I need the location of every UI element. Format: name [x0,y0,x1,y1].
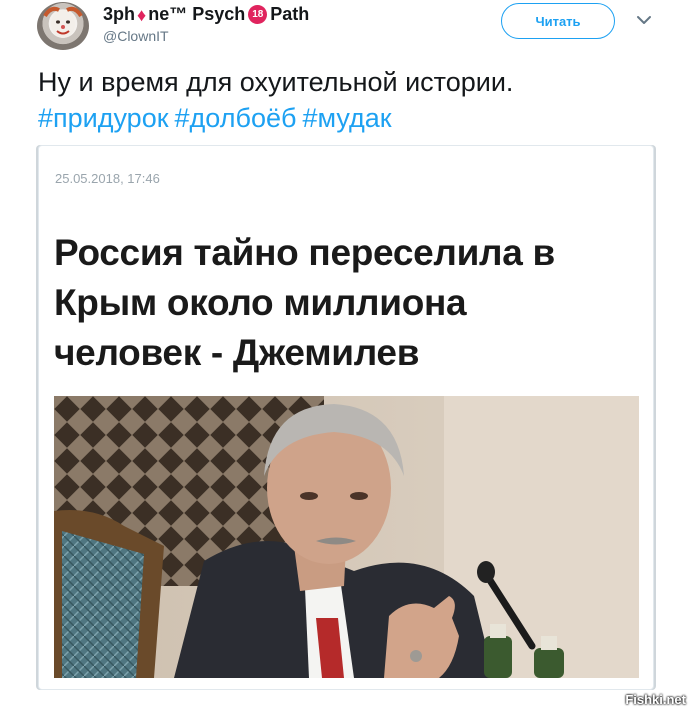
hashtag-link[interactable]: #мудак [302,103,391,133]
user-name-part2: ne™ Psych [148,4,246,24]
article-date: 25.05.2018, 17:46 [55,171,160,186]
attached-image-card[interactable]: 25.05.2018, 17:46 Россия тайно переселил… [38,145,654,690]
watermark: Fishki.net [625,692,686,707]
hashtag-link[interactable]: #придурок [38,103,169,133]
user-display-name[interactable]: 3ph ♦ ne™ Psych 18 Path [103,4,309,25]
follow-button[interactable]: Читать [501,3,615,39]
hashtag-link[interactable]: #долбоёб [175,103,297,133]
tweet-body: Ну и время для охуительной истории. [38,67,514,97]
eighteen-plus-icon: 18 [248,5,268,24]
article-headline: Россия тайно переселила в Крым около мил… [54,232,555,373]
avatar[interactable] [37,2,89,50]
hashtag-list: #придурок #долбоёб #мудак [38,100,678,136]
user-name-part1: 3ph [103,4,136,24]
chevron-down-icon[interactable] [634,10,654,30]
tweet-text: Ну и время для охуительной истории. #при… [38,64,678,136]
article-photo [54,396,639,678]
user-name-part3: Path [270,4,310,24]
user-handle[interactable]: @ClownIT [103,28,169,44]
diamond-icon: ♦ [137,4,147,25]
